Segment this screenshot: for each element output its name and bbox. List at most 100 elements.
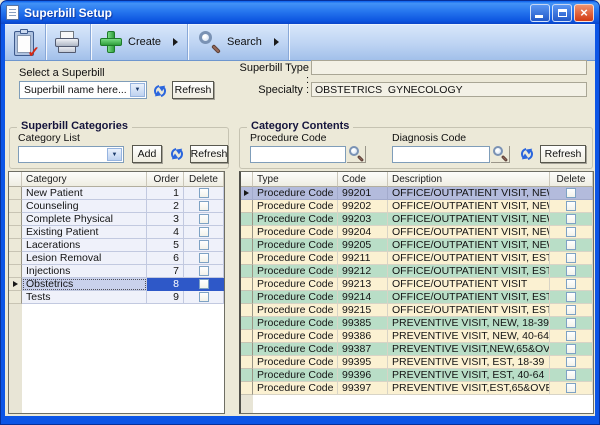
- close-button[interactable]: ×: [574, 4, 594, 22]
- delete-checkbox[interactable]: [566, 201, 576, 211]
- description-cell[interactable]: PREVENTIVE VISIT,NEW,65&OVER: [388, 343, 550, 356]
- procedure-row[interactable]: Procedure Code99212OFFICE/OUTPATIENT VIS…: [241, 265, 593, 278]
- category-row[interactable]: Existing Patient4: [9, 226, 224, 239]
- description-cell[interactable]: PREVENTIVE VISIT, EST, 40-64: [388, 369, 550, 382]
- code-cell[interactable]: 99215: [338, 304, 388, 317]
- procedure-row[interactable]: Procedure Code99203OFFICE/OUTPATIENT VIS…: [241, 213, 593, 226]
- code-cell[interactable]: 99395: [338, 356, 388, 369]
- description-cell[interactable]: OFFICE/OUTPATIENT VISIT, EST: [388, 291, 550, 304]
- delete-checkbox[interactable]: [566, 292, 576, 302]
- delete-checkbox[interactable]: [199, 253, 209, 263]
- description-cell[interactable]: OFFICE/OUTPATIENT VISIT, EST: [388, 304, 550, 317]
- description-cell[interactable]: OFFICE/OUTPATIENT VISIT, NEW: [388, 200, 550, 213]
- code-cell[interactable]: 99386: [338, 330, 388, 343]
- type-cell[interactable]: Procedure Code: [253, 278, 338, 291]
- type-cell[interactable]: Procedure Code: [253, 200, 338, 213]
- order-cell[interactable]: 4: [147, 226, 184, 239]
- procedure-row[interactable]: Procedure Code99202OFFICE/OUTPATIENT VIS…: [241, 200, 593, 213]
- code-cell[interactable]: 99205: [338, 239, 388, 252]
- category-cell[interactable]: Lacerations: [22, 239, 147, 252]
- row-selector[interactable]: [9, 239, 22, 252]
- type-cell[interactable]: Procedure Code: [253, 226, 338, 239]
- code-cell[interactable]: 99396: [338, 369, 388, 382]
- description-cell[interactable]: OFFICE/OUTPATIENT VISIT, NEW: [388, 187, 550, 200]
- procedure-row[interactable]: Procedure Code99211OFFICE/OUTPATIENT VIS…: [241, 252, 593, 265]
- delete-checkbox[interactable]: [566, 279, 576, 289]
- type-cell[interactable]: Procedure Code: [253, 382, 338, 395]
- category-row[interactable]: Lesion Removal6: [9, 252, 224, 265]
- delete-checkbox[interactable]: [566, 357, 576, 367]
- code-cell[interactable]: 99203: [338, 213, 388, 226]
- code-cell[interactable]: 99397: [338, 382, 388, 395]
- description-cell[interactable]: PREVENTIVE VISIT, NEW, 18-39: [388, 317, 550, 330]
- categories-refresh-button[interactable]: Refresh: [190, 145, 228, 163]
- row-selector[interactable]: [241, 200, 253, 213]
- code-cell[interactable]: 99201: [338, 187, 388, 200]
- category-row[interactable]: Complete Physical3: [9, 213, 224, 226]
- type-cell[interactable]: Procedure Code: [253, 356, 338, 369]
- row-selector[interactable]: [9, 265, 22, 278]
- header-order[interactable]: Order: [147, 172, 184, 187]
- category-cell[interactable]: New Patient: [22, 187, 147, 200]
- row-selector[interactable]: [241, 187, 253, 200]
- description-cell[interactable]: OFFICE/OUTPATIENT VISIT, NEW: [388, 226, 550, 239]
- description-cell[interactable]: OFFICE/OUTPATIENT VISIT: [388, 278, 550, 291]
- delete-checkbox[interactable]: [199, 227, 209, 237]
- row-selector[interactable]: [241, 304, 253, 317]
- delete-checkbox[interactable]: [566, 214, 576, 224]
- category-row[interactable]: New Patient1: [9, 187, 224, 200]
- category-cell[interactable]: Existing Patient: [22, 226, 147, 239]
- category-row[interactable]: Obstetrics8: [9, 278, 224, 291]
- delete-checkbox[interactable]: [566, 305, 576, 315]
- procedure-row[interactable]: Procedure Code99214OFFICE/OUTPATIENT VIS…: [241, 291, 593, 304]
- delete-checkbox[interactable]: [566, 240, 576, 250]
- procedure-row[interactable]: Procedure Code99213OFFICE/OUTPATIENT VIS…: [241, 278, 593, 291]
- code-cell[interactable]: 99212: [338, 265, 388, 278]
- chevron-down-icon[interactable]: ▼: [107, 148, 122, 161]
- code-cell[interactable]: 99385: [338, 317, 388, 330]
- category-row[interactable]: Tests9: [9, 291, 224, 304]
- category-cell[interactable]: Lesion Removal: [22, 252, 147, 265]
- description-cell[interactable]: PREVENTIVE VISIT, NEW, 40-64: [388, 330, 550, 343]
- header-delete[interactable]: Delete: [184, 172, 224, 187]
- row-selector[interactable]: [241, 252, 253, 265]
- delete-checkbox[interactable]: [199, 214, 209, 224]
- category-cell[interactable]: Complete Physical: [22, 213, 147, 226]
- row-selector[interactable]: [241, 317, 253, 330]
- category-list-dropdown[interactable]: ▼: [18, 146, 124, 163]
- save-verify-button[interactable]: ✓: [5, 24, 46, 60]
- type-cell[interactable]: Procedure Code: [253, 343, 338, 356]
- code-cell[interactable]: 99214: [338, 291, 388, 304]
- category-cell[interactable]: Counseling: [22, 200, 147, 213]
- add-category-button[interactable]: Add: [132, 145, 162, 163]
- contents-refresh-button[interactable]: Refresh: [540, 145, 586, 163]
- superbill-refresh-button[interactable]: Refresh: [172, 81, 214, 99]
- category-row[interactable]: Counseling2: [9, 200, 224, 213]
- row-selector[interactable]: [9, 278, 22, 291]
- description-cell[interactable]: OFFICE/OUTPATIENT VISIT, EST: [388, 265, 550, 278]
- superbill-dropdown[interactable]: Superbill name here... ▼: [19, 81, 147, 99]
- row-selector[interactable]: [9, 291, 22, 304]
- order-cell[interactable]: 9: [147, 291, 184, 304]
- category-cell[interactable]: Obstetrics: [22, 278, 147, 291]
- create-button[interactable]: Create: [91, 24, 188, 60]
- diagnosis-code-input[interactable]: [392, 146, 490, 163]
- row-selector[interactable]: [9, 252, 22, 265]
- print-button[interactable]: [46, 24, 91, 60]
- description-cell[interactable]: OFFICE/OUTPATIENT VISIT, NEW: [388, 239, 550, 252]
- header-description[interactable]: Description: [388, 172, 550, 187]
- type-cell[interactable]: Procedure Code: [253, 213, 338, 226]
- procedure-row[interactable]: Procedure Code99386PREVENTIVE VISIT, NEW…: [241, 330, 593, 343]
- delete-checkbox[interactable]: [199, 240, 209, 250]
- row-selector[interactable]: [241, 343, 253, 356]
- description-cell[interactable]: OFFICE/OUTPATIENT VISIT, NEW: [388, 213, 550, 226]
- order-cell[interactable]: 3: [147, 213, 184, 226]
- type-cell[interactable]: Procedure Code: [253, 239, 338, 252]
- row-selector[interactable]: [241, 239, 253, 252]
- procedure-row[interactable]: Procedure Code99204OFFICE/OUTPATIENT VIS…: [241, 226, 593, 239]
- delete-checkbox[interactable]: [566, 227, 576, 237]
- order-cell[interactable]: 1: [147, 187, 184, 200]
- row-selector[interactable]: [9, 213, 22, 226]
- row-selector[interactable]: [241, 369, 253, 382]
- row-selector[interactable]: [9, 226, 22, 239]
